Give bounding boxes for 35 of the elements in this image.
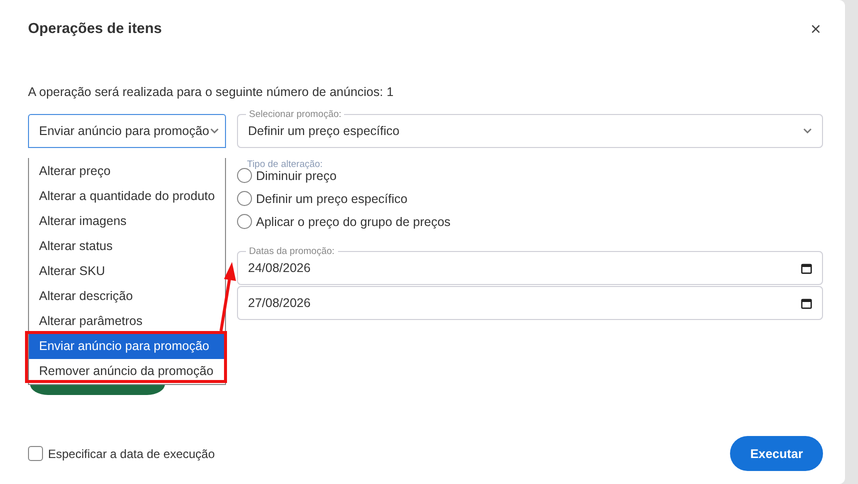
- dialog-title: Operações de itens: [28, 21, 162, 37]
- dropdown-option[interactable]: Alterar SKU: [29, 259, 225, 284]
- radio-button[interactable]: [237, 214, 252, 229]
- radio-label: Definir um preço específico: [256, 192, 408, 206]
- chevron-down-icon: [803, 128, 812, 134]
- execute-button[interactable]: Executar: [730, 436, 823, 471]
- radio-label: Aplicar o preço do grupo de preços: [256, 214, 451, 228]
- pointer-arrow: [220, 262, 236, 332]
- dropdown-option[interactable]: Alterar descrição: [29, 284, 225, 309]
- dropdown-option[interactable]: Remover anúncio da promoção: [29, 359, 225, 384]
- action-button[interactable]: [30, 384, 165, 395]
- date-field[interactable]: 27/08/2026: [237, 286, 823, 320]
- date-value: 24/08/2026: [248, 261, 311, 275]
- dropdown-option[interactable]: Alterar preço: [29, 159, 225, 184]
- field-label: Selecionar promoção:: [246, 109, 344, 120]
- close-button[interactable]: ×: [808, 18, 823, 40]
- operation-select[interactable]: Enviar anúncio para promoção: [28, 114, 226, 148]
- radio-label: Diminuir preço: [256, 168, 337, 182]
- select-value: Definir um preço específico: [248, 124, 400, 138]
- field-label: Datas da promoção:: [246, 246, 338, 257]
- calendar-icon[interactable]: [801, 262, 812, 274]
- radio-button[interactable]: [237, 168, 252, 183]
- checkbox-label: Especificar a data de execução: [48, 446, 215, 460]
- dropdown-option[interactable]: Alterar parâmetros: [29, 309, 225, 334]
- radio-button[interactable]: [237, 191, 252, 206]
- dropdown-option[interactable]: Alterar a quantidade do produto: [29, 184, 225, 209]
- info-text: A operação será realizada para o seguinte número de anúncios: 1: [28, 84, 395, 101]
- date-value: 27/08/2026: [248, 296, 311, 310]
- dropdown-option[interactable]: Enviar anúncio para promoção: [29, 334, 225, 359]
- group-label: Tipo de alteração:: [247, 160, 323, 170]
- dropdown-option[interactable]: Alterar imagens: [29, 209, 225, 234]
- checkbox[interactable]: [28, 446, 43, 461]
- calendar-icon[interactable]: [801, 298, 812, 308]
- chevron-down-icon: [210, 128, 219, 134]
- dropdown-option[interactable]: Alterar status: [29, 234, 225, 259]
